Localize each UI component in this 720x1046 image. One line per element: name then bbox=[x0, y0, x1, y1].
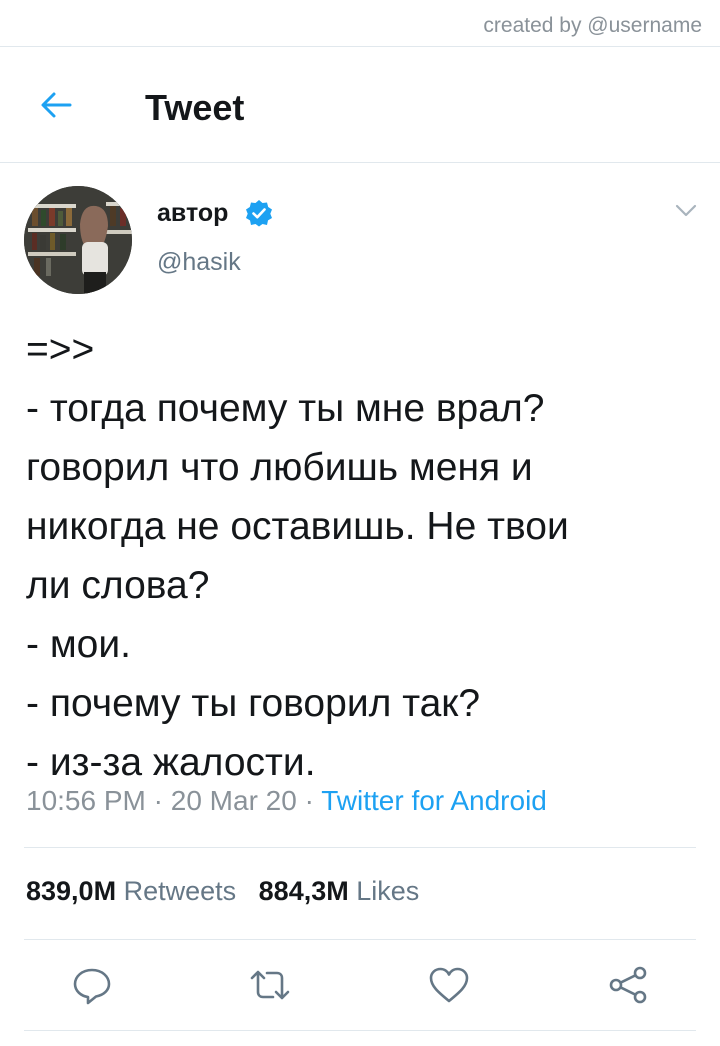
retweets-label: Retweets bbox=[123, 876, 237, 906]
retweets-stat[interactable]: 839,0M Retweets bbox=[26, 876, 236, 906]
like-icon[interactable] bbox=[428, 964, 470, 1006]
back-arrow-icon[interactable] bbox=[36, 85, 76, 125]
likes-stat[interactable]: 884,3M Likes bbox=[259, 876, 420, 906]
divider bbox=[24, 1030, 696, 1031]
tweet-time: 10:56 PM bbox=[26, 785, 146, 816]
retweet-icon[interactable] bbox=[249, 964, 291, 1006]
divider bbox=[24, 847, 696, 848]
likes-count: 884,3M bbox=[258, 876, 349, 906]
watermark: created by @username bbox=[483, 14, 702, 37]
retweets-count: 839,0M bbox=[26, 876, 117, 906]
avatar[interactable] bbox=[24, 186, 132, 294]
tweet-source-link[interactable]: Twitter for Android bbox=[321, 785, 547, 816]
page-title: Tweet bbox=[145, 87, 245, 128]
likes-label: Likes bbox=[356, 876, 420, 906]
tweet-text: =>> - тогда почему ты мне врал? говорил … bbox=[26, 328, 569, 784]
author-handle[interactable]: @hasik bbox=[157, 248, 241, 277]
reply-icon[interactable] bbox=[71, 964, 113, 1006]
tweet-stats: 839,0M Retweets 884,3M Likes bbox=[26, 876, 419, 907]
author-name[interactable]: автор bbox=[157, 199, 228, 228]
meta-separator: · bbox=[296, 785, 322, 816]
tweet-date: 20 Mar 20 bbox=[170, 785, 297, 816]
meta-separator: · bbox=[145, 785, 171, 816]
verified-badge-icon bbox=[246, 200, 272, 227]
share-icon[interactable] bbox=[607, 964, 649, 1006]
divider bbox=[24, 939, 696, 940]
tweet-meta: 10:56 PM · 20 Mar 20 · Twitter for Andro… bbox=[26, 785, 547, 817]
chevron-down-icon[interactable] bbox=[672, 200, 700, 222]
header-bar: Tweet bbox=[0, 47, 720, 162]
divider bbox=[0, 162, 720, 163]
